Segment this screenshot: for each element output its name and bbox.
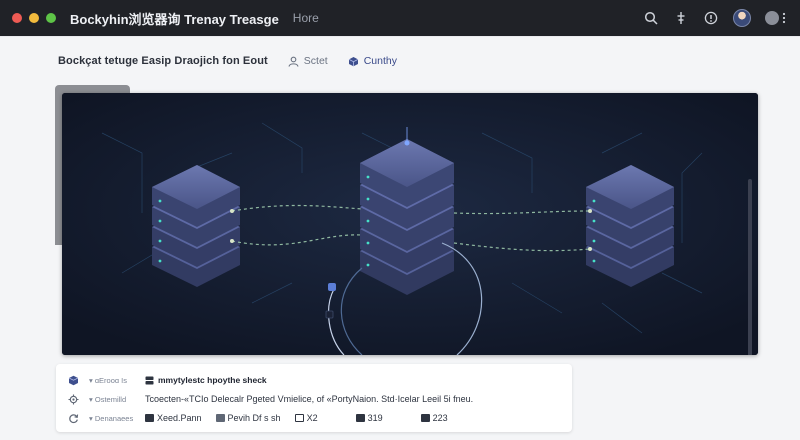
details-row-meta-label: ▾ Denanaees xyxy=(89,413,134,423)
meta-owner: Xeed.Pann xyxy=(145,413,202,423)
meta-count-text: X2 xyxy=(306,413,318,423)
details-row-primary-label: ▾ ɑErooɑ Is xyxy=(89,375,127,385)
details-row-primary-text: mmytylestc hpoythe sheck xyxy=(158,375,267,385)
window-titlebar: Bockyhin浏览器询 Trenay Treasge Hore xyxy=(0,0,800,36)
stack-icon xyxy=(145,376,154,384)
meta-version: 223 xyxy=(420,413,448,423)
network-diagram-panel[interactable] xyxy=(62,93,758,355)
details-row-meta-key: Denanaees xyxy=(94,413,134,423)
network-diagram xyxy=(62,93,758,355)
app-title: Bockyhin浏览器询 Trenay Treasge xyxy=(70,11,279,27)
cube-link[interactable]: Cunthy xyxy=(348,55,397,67)
cube-icon xyxy=(348,56,358,66)
search-icon[interactable] xyxy=(643,10,659,26)
account-menu-button[interactable] xyxy=(765,11,786,25)
details-row-description: ▾ Ostemilld Tcoecten-«TCIo Delecalr Pget… xyxy=(56,390,473,408)
cable-connector xyxy=(328,283,336,291)
details-row-meta: ▾ Denanaees Xeed.Pann Pevih Df s sh X2 3… xyxy=(56,409,458,427)
meta-owner-text: Xeed.Pann xyxy=(157,413,202,423)
database-icon xyxy=(67,374,79,386)
home-menu-item[interactable]: Hore xyxy=(293,11,319,25)
details-card: ▾ ɑErooɑ Is mmytylestc hpoythe sheck ▾ O… xyxy=(56,364,572,432)
meta-size: 319 xyxy=(355,413,383,423)
user-avatar[interactable] xyxy=(733,9,751,27)
folder-icon xyxy=(215,414,225,422)
page-content: Bockçat tetuge Easip Draojich fon Eout S… xyxy=(0,37,800,440)
meta-size-text: 319 xyxy=(367,413,383,423)
meta-version-text: 223 xyxy=(432,413,448,423)
breadcrumb: Bockçat tetuge Easip Draojich fon Eout xyxy=(58,55,268,67)
more-vertical-icon xyxy=(782,12,786,24)
gear-icon xyxy=(67,393,79,405)
cube-link-label: Cunthy xyxy=(363,55,397,67)
user-link[interactable]: Sctet xyxy=(288,55,328,67)
server-stack-right xyxy=(586,165,674,287)
details-row-description-key: Ostemilld xyxy=(94,394,127,404)
details-row-primary-key: ɑErooɑ Is xyxy=(94,375,127,385)
grid-icon xyxy=(294,414,304,422)
file-icon xyxy=(145,414,154,422)
server-stack-left xyxy=(152,165,240,287)
title-actions xyxy=(643,0,786,36)
maximize-window-button[interactable] xyxy=(46,13,56,23)
meta-count: X2 xyxy=(294,413,318,423)
minimize-window-button[interactable] xyxy=(29,13,39,23)
page-toolbar: Bockçat tetuge Easip Draojich fon Eout S… xyxy=(58,51,397,71)
account-icon xyxy=(765,11,779,25)
meta-path: Pevih Df s sh xyxy=(215,413,281,423)
panel-scrollbar[interactable] xyxy=(748,179,752,355)
details-row-primary: ▾ ɑErooɑ Is mmytylestc hpoythe sheck xyxy=(56,371,267,389)
window-controls xyxy=(12,13,56,23)
close-window-button[interactable] xyxy=(12,13,22,23)
user-link-label: Sctet xyxy=(303,55,328,67)
pin-icon[interactable] xyxy=(673,10,689,26)
details-row-meta-values: Xeed.Pann Pevih Df s sh X2 319 223 xyxy=(145,413,458,423)
details-row-primary-value: mmytylestc hpoythe sheck xyxy=(145,375,267,385)
details-row-description-value: Tcoecten-«TCIo Delecalr Pgeted Vmielice,… xyxy=(145,394,474,404)
disk-icon xyxy=(355,414,365,422)
tag-icon xyxy=(420,414,430,422)
meta-path-text: Pevih Df s sh xyxy=(227,413,281,423)
refresh-icon[interactable] xyxy=(67,412,79,424)
info-icon[interactable] xyxy=(703,10,719,26)
user-icon xyxy=(288,56,299,67)
details-row-description-label: ▾ Ostemilld xyxy=(89,394,127,404)
